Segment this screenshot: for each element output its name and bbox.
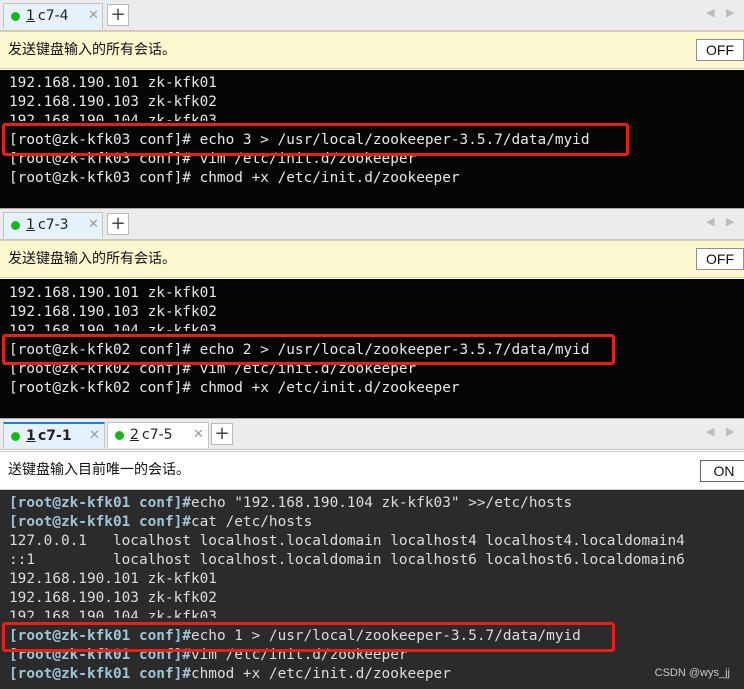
tab-c7-3[interactable]: 1 c7-3 ✕ [3, 212, 103, 238]
shell-prompt: [root@zk-kfk01 conf]# [9, 514, 191, 530]
terminal-line: ::1 localhost localhost.localdomain loca… [9, 552, 685, 568]
tab-number: 2 [130, 427, 139, 443]
session-pane-c7-1: 1 c7-1 ✕ 2 c7-5 ✕ + ◀ ▶ 送键盘输入目前唯一的会话。 ON… [0, 419, 744, 689]
connected-status-icon [11, 432, 20, 441]
broadcast-toggle-button[interactable]: ON [700, 460, 744, 482]
close-icon[interactable]: ✕ [89, 424, 100, 448]
terminal-line: 192.168.190.104 zk-kfk03 [9, 609, 217, 618]
terminal-line: [root@zk-kfk02 conf]# chmod +x /etc/init… [9, 380, 460, 396]
broadcast-notice-text: 发送键盘输入的所有会话。 [8, 251, 176, 267]
tab-c7-1[interactable]: 1 c7-1 ✕ [3, 422, 105, 448]
scroll-right-icon[interactable]: ▶ [726, 425, 734, 438]
connected-status-icon [11, 221, 20, 230]
terminal-output[interactable]: 192.168.190.101 zk-kfk01 192.168.190.103… [0, 279, 744, 418]
command-text: echo "192.168.190.104 zk-kfk03" >>/etc/h… [190, 495, 573, 511]
terminal-line: 127.0.0.1 localhost localhost.localdomai… [9, 533, 685, 549]
session-pane-c7-3: 1 c7-3 ✕ + ◀ ▶ 发送键盘输入的所有会话。 OFF 192.168.… [0, 209, 744, 418]
terminal-line: [root@zk-kfk03 conf]# chmod +x /etc/init… [9, 170, 460, 186]
terminal-line: 192.168.190.103 zk-kfk02 [9, 304, 217, 320]
scroll-left-icon[interactable]: ◀ [706, 6, 714, 19]
scroll-left-icon[interactable]: ◀ [706, 215, 714, 228]
add-tab-button[interactable]: + [107, 4, 129, 26]
tab-number: 1 [26, 428, 36, 444]
scroll-right-icon[interactable]: ▶ [726, 215, 734, 228]
broadcast-toggle-button[interactable]: OFF [696, 39, 744, 61]
tab-label: c7-4 [38, 8, 69, 24]
add-tab-button[interactable]: + [211, 423, 233, 445]
terminal-line: 192.168.190.103 zk-kfk02 [9, 94, 217, 110]
terminal-output[interactable]: [root@zk-kfk01 conf]#echo "192.168.190.1… [0, 490, 744, 689]
tab-c7-5[interactable]: 2 c7-5 ✕ [107, 422, 209, 448]
terminal-line: 192.168.190.103 zk-kfk02 [9, 590, 217, 606]
terminal-line: [root@zk-kfk01 conf]#cat /etc/hosts [9, 513, 312, 532]
connected-status-icon [115, 431, 124, 440]
terminal-line: 192.168.190.104 zk-kfk03 [9, 323, 217, 331]
command-text: cat /etc/hosts [190, 514, 313, 530]
terminal-output[interactable]: 192.168.190.101 zk-kfk01 192.168.190.103… [0, 70, 744, 208]
session-pane-c7-4: 1 c7-4 ✕ + ◀ ▶ 发送键盘输入的所有会话。 OFF 192.168.… [0, 0, 744, 208]
command-text: chmod +x /etc/init.d/zookeeper [190, 666, 451, 682]
broadcast-notice-bar: 发送键盘输入的所有会话。 OFF [0, 31, 744, 69]
terminal-line: 192.168.190.104 zk-kfk03 [9, 113, 217, 121]
tab-label: c7-5 [142, 427, 173, 443]
add-tab-button[interactable]: + [107, 213, 129, 235]
broadcast-toggle-button[interactable]: OFF [696, 248, 744, 270]
highlight-box [2, 622, 615, 652]
terminal-line: [root@zk-kfk01 conf]#chmod +x /etc/init.… [9, 665, 451, 684]
tab-bar: 1 c7-1 ✕ 2 c7-5 ✕ + ◀ ▶ [0, 419, 744, 450]
highlight-box [2, 334, 615, 365]
watermark: CSDN @wys_jj [654, 667, 730, 679]
broadcast-notice-bar: 发送键盘输入的所有会话。 OFF [0, 240, 744, 278]
close-icon[interactable]: ✕ [88, 213, 99, 237]
tab-bar: 1 c7-4 ✕ + ◀ ▶ [0, 0, 744, 31]
broadcast-notice-text: 送键盘输入目前唯一的会话。 [8, 462, 190, 478]
terminal-line: 192.168.190.101 zk-kfk01 [9, 75, 217, 91]
tab-label: c7-3 [38, 217, 69, 233]
close-icon[interactable]: ✕ [88, 4, 99, 28]
close-icon[interactable]: ✕ [193, 423, 204, 447]
broadcast-notice-text: 发送键盘输入的所有会话。 [8, 42, 176, 58]
shell-prompt: [root@zk-kfk01 conf]# [9, 495, 191, 511]
tab-bar: 1 c7-3 ✕ + ◀ ▶ [0, 209, 744, 240]
tab-label: c7-1 [38, 428, 72, 444]
scroll-right-icon[interactable]: ▶ [726, 6, 734, 19]
broadcast-notice-bar: 送键盘输入目前唯一的会话。 ON [0, 451, 744, 490]
connected-status-icon [11, 12, 20, 21]
terminal-line: 192.168.190.101 zk-kfk01 [9, 571, 217, 587]
tab-c7-4[interactable]: 1 c7-4 ✕ [3, 3, 103, 29]
shell-prompt: [root@zk-kfk01 conf]# [9, 666, 191, 682]
terminal-line: 192.168.190.101 zk-kfk01 [9, 285, 217, 301]
scroll-left-icon[interactable]: ◀ [706, 425, 714, 438]
tab-number: 1 [26, 217, 35, 233]
terminal-line: [root@zk-kfk01 conf]#echo "192.168.190.1… [9, 494, 572, 513]
highlight-box [2, 123, 629, 156]
tab-number: 1 [26, 8, 35, 24]
